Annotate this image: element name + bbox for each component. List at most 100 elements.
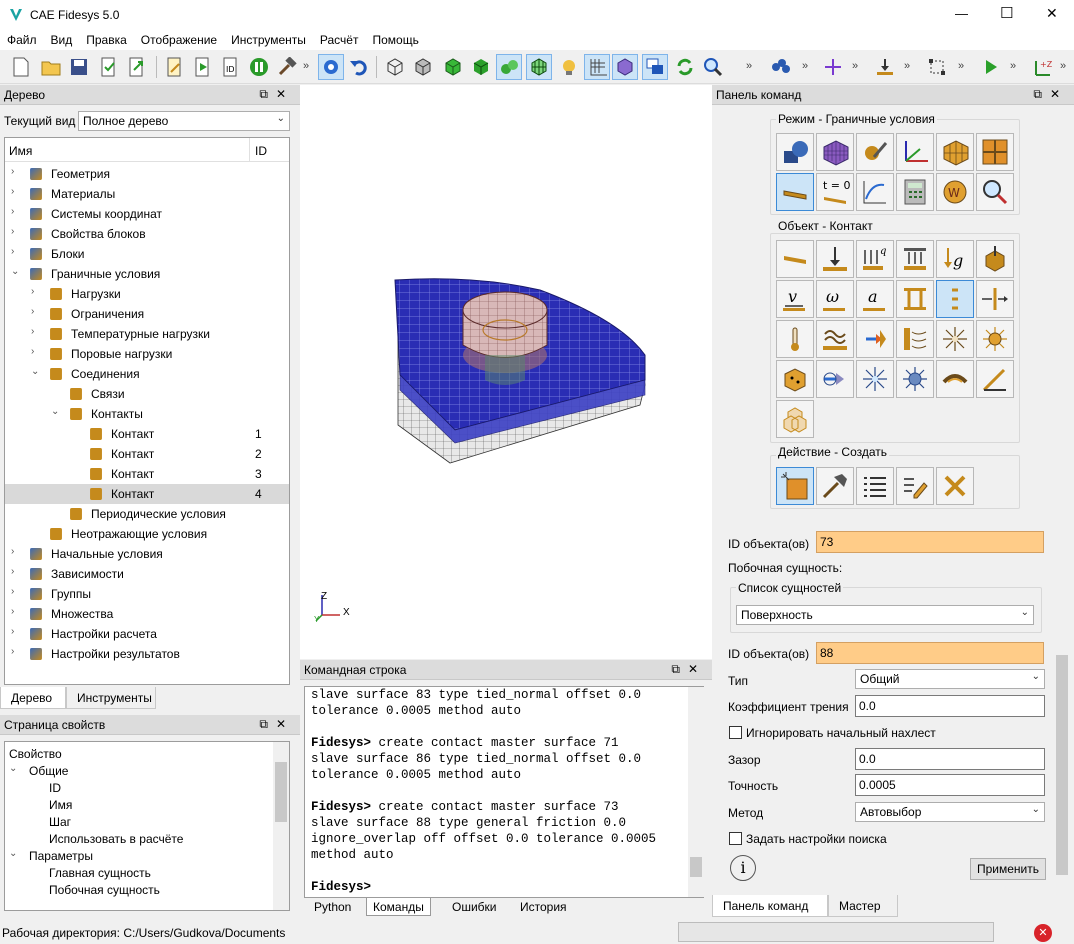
props-tree[interactable]: Свойство ⌄ Общие ID Имя Шаг Использовать в рас… [4,741,290,911]
master-id-input[interactable]: 73 [816,531,1044,553]
angular-velocity-icon[interactable]: ω [816,280,854,318]
tree-item[interactable]: › Геометрия [5,164,289,184]
expander-chevron-icon[interactable]: › [11,226,21,237]
windows-icon[interactable] [642,54,668,80]
viewport-3d[interactable]: Z X Y [300,85,712,659]
grid-axes-icon[interactable] [584,54,610,80]
expander-chevron-icon[interactable]: › [11,606,21,617]
radiation-icon[interactable] [896,320,934,358]
open-folder-icon[interactable] [38,54,64,80]
select-box-icon[interactable] [924,54,950,80]
search-settings-checkbox[interactable] [729,832,742,845]
menu-calc[interactable]: Расчёт [313,30,366,47]
property-row[interactable]: Побочная сущность [5,882,273,899]
tab-tools[interactable]: Инструменты [66,687,156,709]
tree-item[interactable]: › Начальные условия [5,544,289,564]
pause-icon[interactable] [246,54,272,80]
tab-tree[interactable]: Дерево [0,687,66,709]
menu-file[interactable]: Файл [0,30,44,47]
id-journal-icon[interactable]: ID [218,54,244,80]
expander-chevron-icon[interactable]: › [31,306,41,317]
toolbar-overflow-5[interactable]: » [904,60,910,72]
heat-flux-icon[interactable] [816,320,854,358]
expander-chevron-icon[interactable]: › [31,346,41,357]
convection-icon[interactable] [856,320,894,358]
property-row[interactable]: ⌄ Общие [5,763,273,780]
distributed-load-icon[interactable]: q [856,240,894,278]
ignore-overlap-checkbox[interactable] [729,726,742,739]
cmd-float-close-buttons[interactable]: ⧉✕ [1033,87,1068,102]
error-indicator-icon[interactable]: ✕ [1034,924,1052,942]
tree-item[interactable]: › Блоки [5,244,289,264]
parallel-icon[interactable] [768,54,794,80]
volume-cube-icon[interactable] [612,54,638,80]
tree-item[interactable]: › Нагрузки [5,284,289,304]
panel-float-close-buttons[interactable]: ⧉✕ [259,87,294,102]
gap-input[interactable]: 0.0 [855,748,1045,770]
toolbar-overflow-4[interactable]: » [852,60,858,72]
view-settings-icon[interactable] [318,54,344,80]
friction-input[interactable]: 0.0 [855,695,1045,717]
point-heat-icon[interactable] [976,320,1014,358]
acceleration-icon[interactable]: a [856,280,894,318]
expander-chevron-icon[interactable]: › [31,326,41,337]
geometry-mode-icon[interactable] [776,133,814,171]
grid-blocks-icon[interactable] [976,133,1014,171]
bearing-load-icon[interactable] [976,240,1014,278]
property-row[interactable]: Свойство [5,746,273,763]
tree-item[interactable]: › Множества [5,604,289,624]
tree-item[interactable]: ⌄ Соединения [5,364,289,384]
menu-display[interactable]: Отображение [134,30,224,47]
delete-action-icon[interactable] [936,467,974,505]
tree-item[interactable]: ⌄ Граничные условия [5,264,289,284]
contact-icon[interactable] [936,280,974,318]
property-row[interactable]: ID [5,780,273,797]
props-float-close-buttons[interactable]: ⧉✕ [259,717,294,732]
tree-item[interactable]: › Ограничения [5,304,289,324]
nodes-bulb-icon[interactable] [556,54,582,80]
create-action-icon[interactable] [776,467,814,505]
expander-chevron-icon[interactable]: › [31,286,41,297]
nonreflecting-icon[interactable] [976,280,1014,318]
expander-chevron-icon[interactable]: ⌄ [51,406,61,417]
tree-item[interactable]: Контакт 1 [5,424,289,444]
method-select[interactable]: Автовыбор ⌄ [855,802,1045,822]
accuracy-input[interactable]: 0.0005 [855,774,1045,796]
property-row[interactable]: Главная сущность [5,865,273,882]
tree-item[interactable]: Контакт 2 [5,444,289,464]
property-row[interactable]: Шаг [5,814,273,831]
initial-conditions-icon[interactable]: t = 0 [816,173,854,211]
menu-help[interactable]: Помощь [365,30,425,47]
mesh-cube-icon[interactable] [526,54,552,80]
tree-item[interactable]: › Настройки расчета [5,624,289,644]
tree-item[interactable]: Контакт 4 [5,484,289,504]
edit-list-icon[interactable] [896,467,934,505]
toolbar-overflow-7[interactable]: » [1010,60,1016,72]
toolbar-overflow-3[interactable]: » [802,60,808,72]
save-icon[interactable] [66,54,92,80]
tree-item[interactable]: › Группы [5,584,289,604]
list-action-icon[interactable] [856,467,894,505]
tree-view[interactable]: Имя ID › Геометрия › Материалы › Системы коор… [4,137,290,685]
maximize-button[interactable]: ☐ [1000,4,1013,22]
boundary-conditions-icon[interactable] [776,173,814,211]
heat-source-icon[interactable] [936,320,974,358]
undo-icon[interactable] [346,54,372,80]
expander-chevron-icon[interactable]: › [11,626,21,637]
expander-chevron-icon[interactable]: › [11,586,21,597]
property-row[interactable]: Использовать в расчёте [5,831,273,848]
tree-item[interactable]: Периодические условия [5,504,289,524]
export-icon[interactable] [124,54,150,80]
temperature-icon[interactable] [776,320,814,358]
expander-chevron-icon[interactable]: › [11,546,21,557]
tab-errors[interactable]: Ошибки [452,900,497,914]
minimize-button[interactable]: — [955,6,968,21]
tree-item[interactable]: › Поровые нагрузки [5,344,289,364]
console-output[interactable]: slave surface 83 type tied_normal offset… [304,686,704,898]
expander-chevron-icon[interactable]: ⌄ [9,848,19,859]
zoom-icon[interactable] [700,54,726,80]
new-file-icon[interactable] [8,54,34,80]
solid-cube-icon[interactable] [468,54,494,80]
pore-flow-icon[interactable] [816,360,854,398]
type-select[interactable]: Общий ⌄ [855,669,1045,689]
